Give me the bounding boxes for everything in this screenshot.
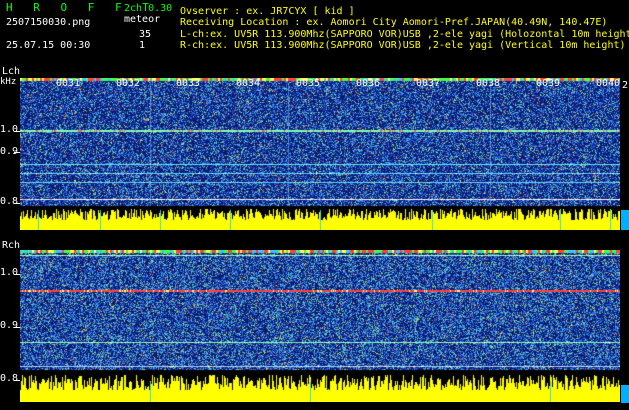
lch-time-label: 0037: [416, 78, 441, 89]
lch-tick-09: [14, 152, 20, 153]
lch-time-label: 0036: [356, 78, 381, 89]
lch-time-label: 0031: [56, 78, 81, 89]
lch-time-label: 0038: [476, 78, 501, 89]
observer-line: Ovserver : ex. JR7CYX [ kid ]: [180, 6, 355, 17]
lch-level-marker: [621, 210, 629, 230]
rch-ytick-09: 0.9: [0, 320, 19, 331]
hroff-display: { "header": { "app_title": "H R O F F T"…: [0, 0, 629, 410]
lch-time-label: 0039: [536, 78, 561, 89]
lch-tick-08: [14, 203, 20, 204]
count-r: 1: [139, 40, 146, 51]
lch-time-label: 0040: [596, 78, 621, 89]
lch-ytick-1: 1.0: [0, 124, 19, 135]
detect-label: meteor: [124, 14, 161, 25]
lch-tick-1: [14, 131, 20, 132]
lch-right-marker: 2: [622, 80, 629, 91]
rch-tick-1: [14, 274, 20, 275]
rch-info-line: R-ch:ex. UV5R 113.900Mhz(SAPPORO VOR)USB…: [180, 40, 626, 51]
lch-time-label: 0035: [296, 78, 321, 89]
lch-time-label: 0033: [176, 78, 201, 89]
rch-ytick-1: 1.0: [0, 267, 19, 278]
rch-ytick-08: 0.8: [0, 373, 19, 384]
lch-ytick-08: 0.8: [0, 196, 19, 207]
lch-info-line: L-ch:ex. UV5R 113.900Mhz(SAPPORO VOR)USB…: [180, 29, 629, 40]
filename-label: 2507150030.png: [6, 17, 91, 28]
location-line: Receiving Location : ex. Aomori City Aom…: [180, 17, 608, 28]
rch-label: Rch: [2, 240, 21, 251]
count-l: 35: [139, 29, 152, 40]
rch-spectrogram: [20, 250, 620, 402]
rch-tick-08: [14, 380, 20, 381]
lch-time-label: 0034: [236, 78, 261, 89]
datetime-label: 25.07.15 00:30: [6, 40, 91, 51]
lch-time-label: 0032: [116, 78, 141, 89]
rch-level-marker: [621, 385, 629, 403]
lch-label: Lch: [2, 66, 21, 77]
mode-label: 2ch 0.30: [124, 3, 173, 14]
lch-overlay: 0031 0032 0033 0034 0035 0036 0037 0038 0039 0040: [20, 78, 620, 230]
lch-unit-label: kHz: [0, 77, 17, 87]
rch-tick-09: [14, 327, 20, 328]
